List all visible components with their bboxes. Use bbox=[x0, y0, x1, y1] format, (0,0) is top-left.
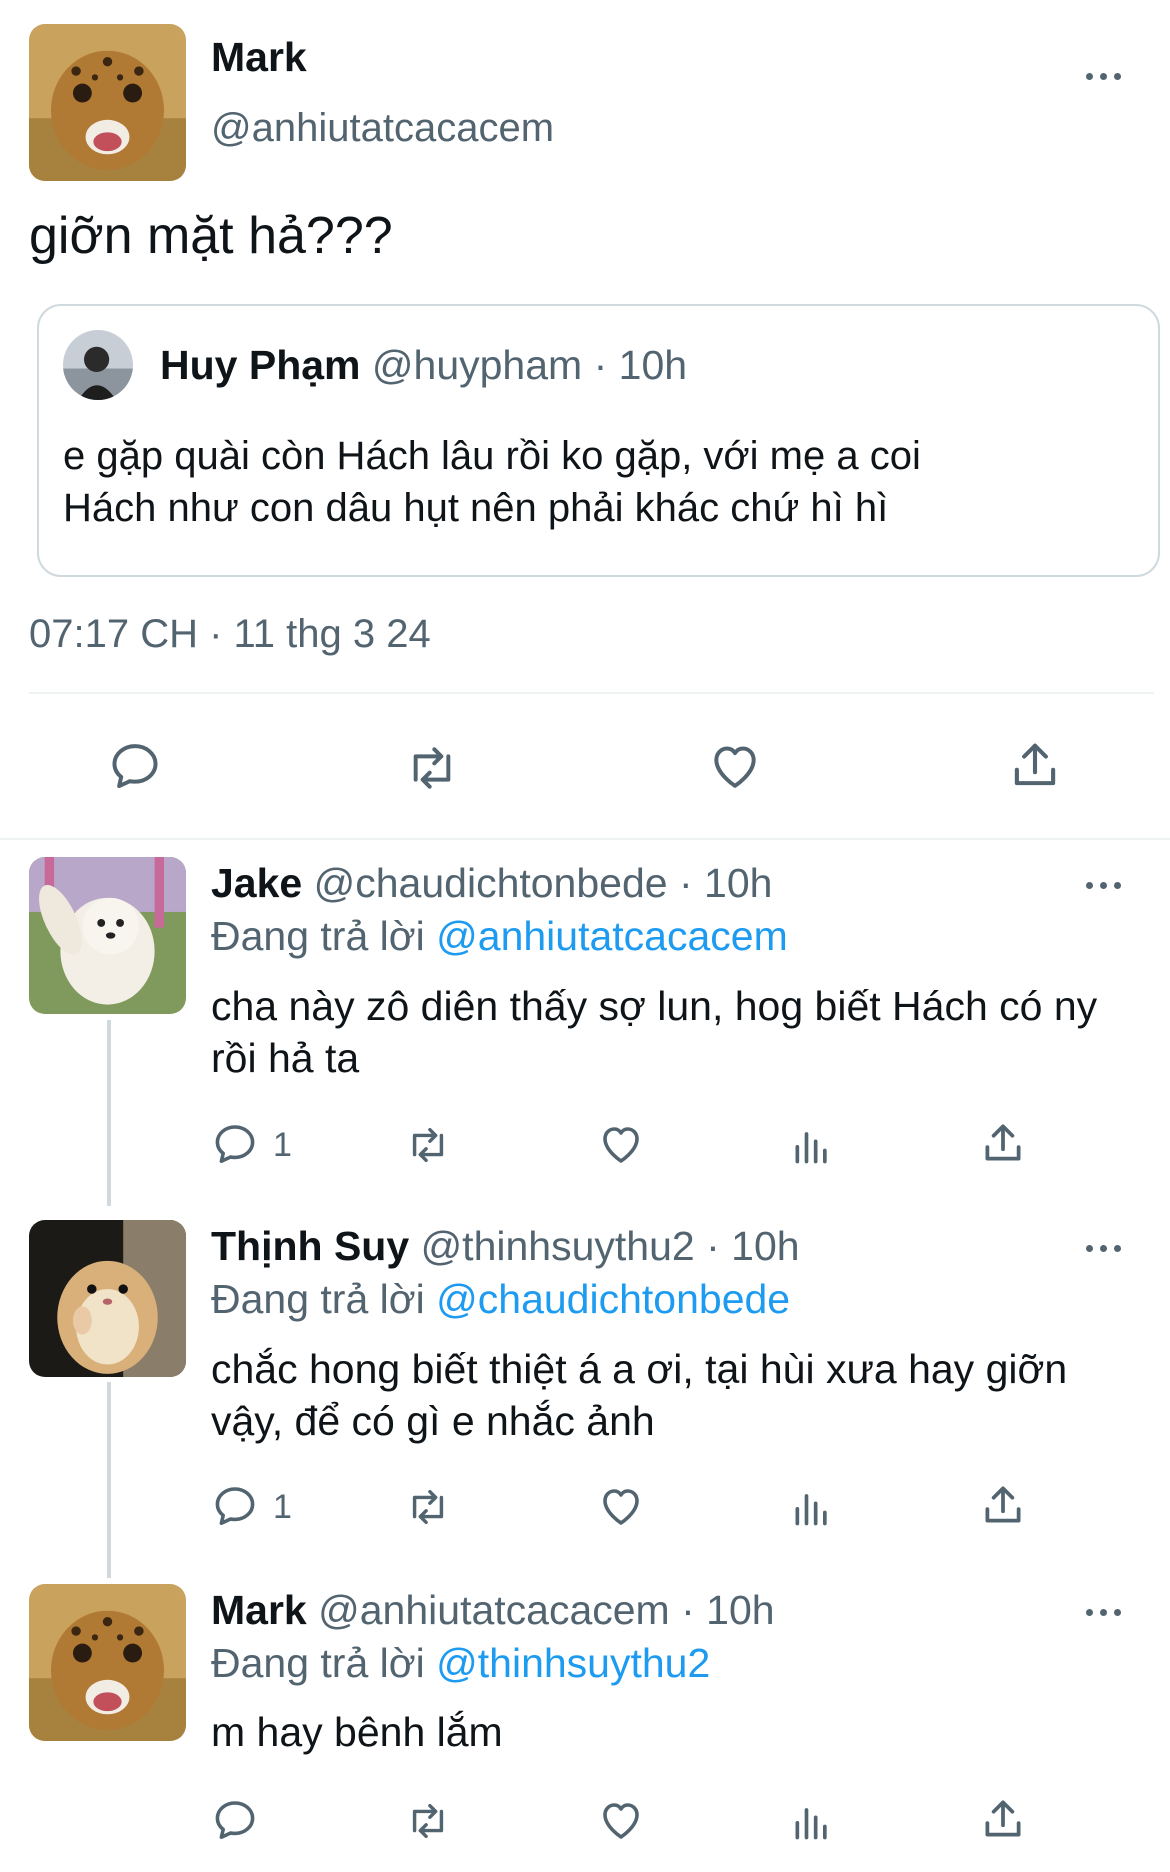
dog-avatar-image bbox=[29, 857, 186, 1014]
analytics-icon[interactable] bbox=[790, 1484, 834, 1530]
analytics-icon[interactable] bbox=[790, 1798, 834, 1844]
quoted-author-avatar bbox=[63, 330, 133, 400]
share-icon[interactable] bbox=[978, 1480, 1028, 1530]
reply-icon[interactable] bbox=[211, 1796, 259, 1844]
replying-to-link[interactable]: @chaudichtonbede bbox=[436, 1276, 790, 1322]
reply-avatar[interactable] bbox=[29, 1220, 186, 1377]
author-name[interactable]: Mark bbox=[211, 34, 307, 81]
quoted-author-name: Huy Phạm bbox=[160, 342, 361, 388]
tweet-text: giỡn mặt hả??? bbox=[29, 207, 393, 265]
replying-to: Đang trả lời @anhiutatcacacem bbox=[211, 913, 788, 960]
author-handle[interactable]: @anhiutatcacacem bbox=[211, 106, 554, 151]
author-avatar[interactable] bbox=[29, 24, 186, 181]
reply-icon[interactable] bbox=[211, 1482, 259, 1530]
reply-header: Thịnh Suy @thinhsuythu2 · 10h bbox=[211, 1223, 800, 1270]
reply-count: 1 bbox=[273, 1488, 292, 1526]
quoted-author-handle: @huypham bbox=[371, 342, 583, 388]
reply-author-handle[interactable]: @anhiutatcacacem bbox=[318, 1587, 670, 1633]
reply-time[interactable]: · 10h bbox=[706, 1223, 799, 1269]
reply-header: Jake @chaudichtonbede · 10h bbox=[211, 860, 772, 907]
reply-text: chắc hong biết thiệt á a ơi, tại hùi xưa… bbox=[211, 1346, 1068, 1444]
reply-icon[interactable] bbox=[107, 738, 163, 794]
replying-to-link[interactable]: @anhiutatcacacem bbox=[436, 913, 788, 959]
hamster-avatar-image bbox=[29, 1220, 186, 1377]
more-options-icon[interactable] bbox=[1086, 1241, 1128, 1255]
replying-to: Đang trả lời @thinhsuythu2 bbox=[211, 1640, 710, 1687]
reply-icon[interactable] bbox=[211, 1120, 259, 1168]
reply-time[interactable]: · 10h bbox=[679, 860, 772, 906]
like-icon[interactable] bbox=[596, 1120, 646, 1168]
cheetah-avatar-image bbox=[29, 1584, 186, 1741]
thread-line bbox=[107, 1020, 111, 1206]
divider bbox=[29, 692, 1154, 694]
retweet-icon[interactable] bbox=[403, 1122, 453, 1168]
reply-author-name[interactable]: Mark bbox=[211, 1587, 307, 1633]
retweet-icon[interactable] bbox=[403, 1798, 453, 1844]
replying-label: Đang trả lời bbox=[211, 1276, 425, 1322]
reply-author-handle[interactable]: @thinhsuythu2 bbox=[421, 1223, 695, 1269]
thread-line bbox=[107, 1382, 111, 1578]
more-options-icon[interactable] bbox=[1086, 878, 1128, 892]
reply-author-name[interactable]: Thịnh Suy bbox=[211, 1223, 409, 1269]
replying-label: Đang trả lời bbox=[211, 913, 425, 959]
quoted-time: · 10h bbox=[593, 342, 688, 388]
share-icon[interactable] bbox=[978, 1118, 1028, 1168]
reply-time[interactable]: · 10h bbox=[681, 1587, 774, 1633]
like-icon[interactable] bbox=[706, 738, 764, 794]
replying-to-link[interactable]: @thinhsuythu2 bbox=[436, 1640, 710, 1686]
share-icon[interactable] bbox=[978, 1794, 1028, 1844]
reply-avatar[interactable] bbox=[29, 1584, 186, 1741]
quoted-header: Huy Phạm @huypham · 10h bbox=[160, 342, 687, 389]
analytics-icon[interactable] bbox=[790, 1122, 834, 1168]
share-icon[interactable] bbox=[1006, 736, 1064, 794]
quoted-text-line-1: e gặp quài còn Hách lâu rồi ko gặp, với … bbox=[63, 434, 921, 478]
person-avatar-image bbox=[63, 330, 133, 400]
like-icon[interactable] bbox=[596, 1796, 646, 1844]
replying-label: Đang trả lời bbox=[211, 1640, 425, 1686]
reply-text: m hay bênh lắm bbox=[211, 1709, 503, 1755]
replying-to: Đang trả lời @chaudichtonbede bbox=[211, 1276, 790, 1323]
cheetah-avatar-image bbox=[29, 24, 186, 181]
more-options-icon[interactable] bbox=[1086, 69, 1128, 83]
section-separator bbox=[0, 838, 1170, 840]
more-options-icon[interactable] bbox=[1086, 1605, 1128, 1619]
reply-text: cha này zô diên thấy sợ lun, hog biết Há… bbox=[211, 983, 1098, 1081]
tweet-timestamp[interactable]: 07:17 CH · 11 thg 3 24 bbox=[29, 612, 431, 657]
like-icon[interactable] bbox=[596, 1482, 646, 1530]
reply-avatar[interactable] bbox=[29, 857, 186, 1014]
quoted-text-line-2: Hách như con dâu hụt nên phải khác chứ h… bbox=[63, 486, 889, 530]
reply-author-name[interactable]: Jake bbox=[211, 860, 302, 906]
retweet-icon[interactable] bbox=[403, 1484, 453, 1530]
reply-header: Mark @anhiutatcacacem · 10h bbox=[211, 1587, 775, 1634]
reply-count: 1 bbox=[273, 1126, 292, 1164]
retweet-icon[interactable] bbox=[403, 740, 461, 796]
reply-author-handle[interactable]: @chaudichtonbede bbox=[314, 860, 668, 906]
